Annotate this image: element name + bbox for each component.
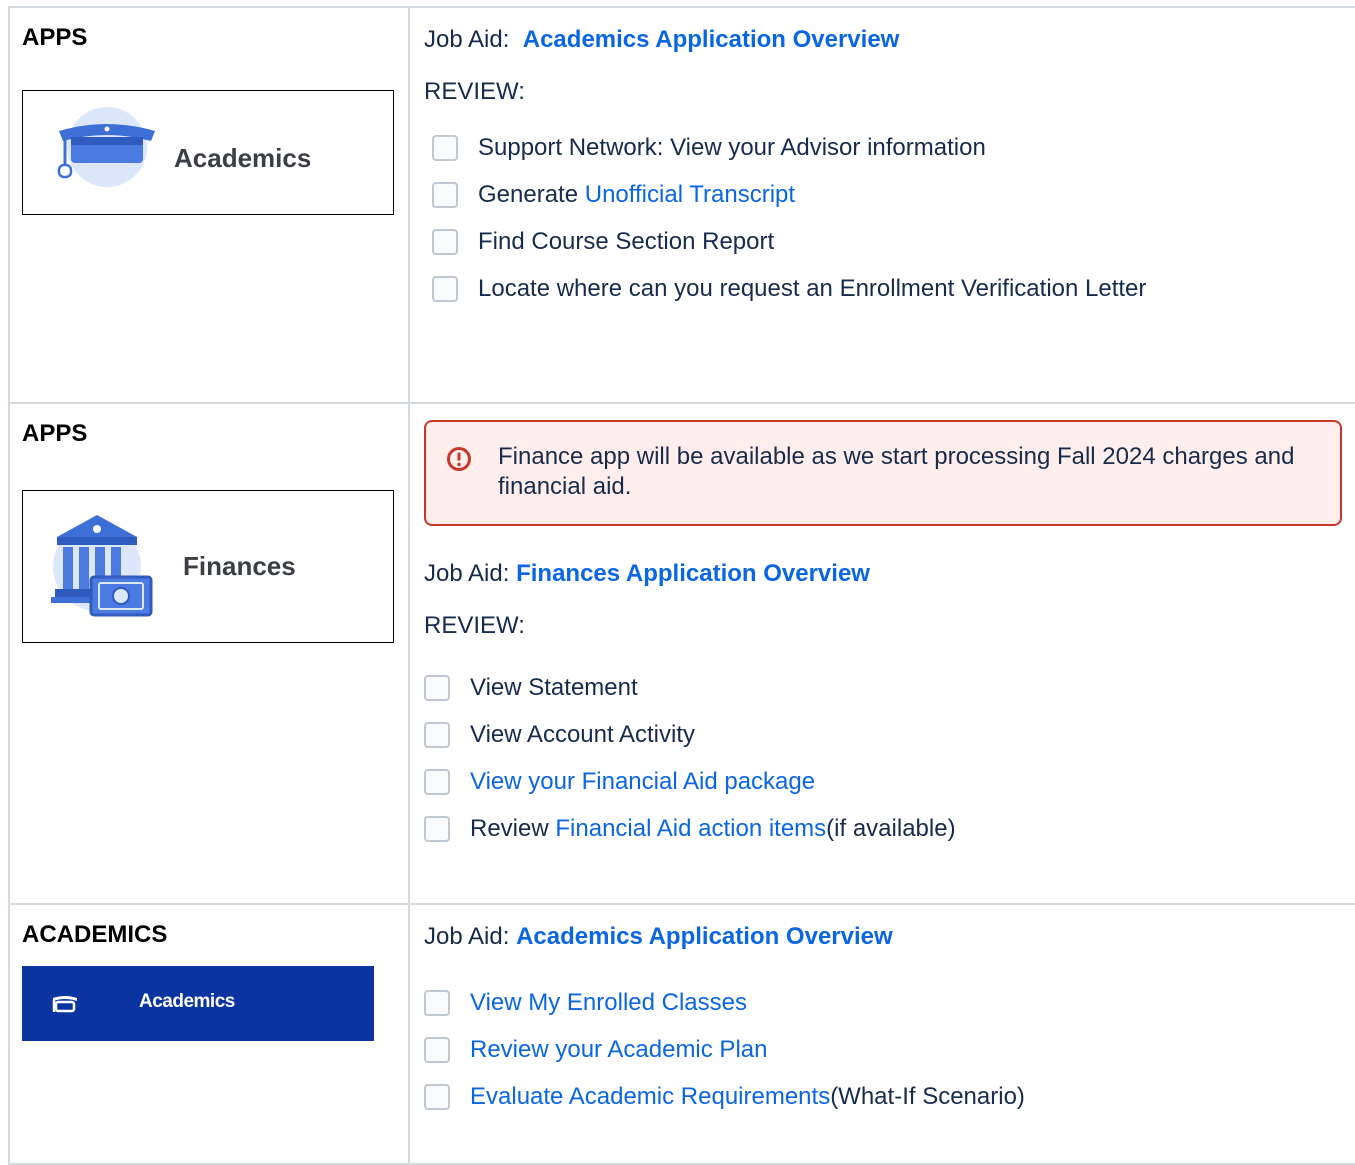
task-text: Locate where can you request an Enrollme…: [478, 275, 1147, 302]
job-aid-line: Job Aid: Academics Application Overview: [424, 921, 1344, 953]
table-row: ACADEMICS Academics Job Aid: Academics A…: [8, 903, 1355, 1165]
section-title: APPS: [22, 24, 88, 51]
banner-label: Academics: [139, 991, 235, 1012]
left-cell: APPS Finances: [8, 402, 410, 905]
job-aid-link[interactable]: Academics Application Overview: [516, 923, 893, 950]
content-table: APPS Academics Job Aid: Academics Applic…: [8, 6, 1355, 1165]
academics-app-card: Academics: [22, 90, 394, 215]
job-aid-line: Job Aid: Finances Application Overview: [424, 558, 1344, 590]
notice-text: Finance app will be available as we star…: [498, 443, 1295, 500]
job-aid-link[interactable]: Academics Application Overview: [523, 26, 900, 53]
task-link[interactable]: Review your Academic Plan: [470, 1026, 767, 1073]
task-list: View My Enrolled Classes Review your Aca…: [424, 979, 1344, 1120]
job-aid-prefix: Job Aid:: [424, 560, 510, 587]
task-checkbox[interactable]: [424, 721, 450, 748]
job-aid-link[interactable]: Finances Application Overview: [516, 560, 870, 587]
task-checkbox[interactable]: [432, 181, 458, 208]
list-item: View Account Activity: [424, 711, 1344, 758]
task-checkbox[interactable]: [424, 1083, 450, 1110]
list-item: Generate Unofficial Transcript: [432, 171, 1344, 218]
warning-notice: Finance app will be available as we star…: [424, 420, 1342, 526]
list-item: Review your Academic Plan: [424, 1026, 1344, 1073]
list-item: Support Network: View your Advisor infor…: [432, 124, 1344, 171]
list-item: View your Financial Aid package: [424, 758, 1344, 805]
section-title: ACADEMICS: [22, 921, 168, 948]
list-item: View My Enrolled Classes: [424, 979, 1344, 1026]
review-label: REVIEW:: [424, 78, 525, 105]
task-text: View Account Activity: [470, 721, 695, 748]
academics-nav-banner[interactable]: Academics: [22, 966, 374, 1041]
finances-app-card: Finances: [22, 490, 394, 643]
graduation-cap-icon: [57, 107, 155, 187]
graduation-cap-icon: [52, 996, 77, 1013]
task-suffix: (if available): [826, 815, 956, 842]
card-label: Academics: [174, 143, 312, 173]
right-cell: Job Aid: Academics Application Overview …: [408, 903, 1355, 1165]
task-checkbox[interactable]: [424, 674, 450, 701]
table-row: APPS Finances Finance app will be availa…: [8, 402, 1355, 905]
cash-icon: [89, 575, 153, 617]
right-cell: Finance app will be available as we star…: [408, 402, 1355, 905]
list-item: View Statement: [424, 664, 1344, 711]
task-link[interactable]: Financial Aid action items: [555, 805, 826, 852]
task-link[interactable]: View your Financial Aid package: [470, 758, 815, 805]
task-text: Support Network: View your Advisor infor…: [478, 134, 986, 161]
table-row: APPS Academics Job Aid: Academics Applic…: [8, 6, 1355, 404]
task-text: Review: [470, 815, 549, 842]
error-icon: [447, 447, 471, 471]
task-checkbox[interactable]: [424, 815, 450, 842]
section-title: APPS: [22, 420, 88, 447]
task-list: View Statement View Account Activity Vie…: [424, 664, 1344, 852]
list-item: Review Financial Aid action items (if av…: [424, 805, 1344, 852]
left-cell: ACADEMICS Academics: [8, 903, 410, 1165]
task-suffix: (What-If Scenario): [830, 1083, 1025, 1110]
task-checkbox[interactable]: [432, 228, 458, 255]
task-text: Find Course Section Report: [478, 228, 775, 255]
card-label: Finances: [183, 551, 296, 581]
right-cell: Job Aid: Academics Application Overview …: [408, 6, 1355, 404]
task-link[interactable]: Unofficial Transcript: [585, 171, 795, 218]
task-text: Generate: [478, 181, 579, 208]
left-cell: APPS Academics: [8, 6, 410, 404]
job-aid-prefix: Job Aid:: [424, 26, 510, 53]
task-checkbox[interactable]: [432, 134, 458, 161]
task-link[interactable]: Evaluate Academic Requirements: [470, 1073, 830, 1120]
job-aid-line: Job Aid: Academics Application Overview: [424, 24, 1344, 56]
list-item: Locate where can you request an Enrollme…: [432, 265, 1344, 312]
job-aid-prefix: Job Aid:: [424, 923, 510, 950]
task-checkbox[interactable]: [424, 1036, 450, 1063]
task-link[interactable]: View My Enrolled Classes: [470, 979, 747, 1026]
task-checkbox[interactable]: [424, 768, 450, 795]
list-item: Evaluate Academic Requirements (What-If …: [424, 1073, 1344, 1120]
task-list: Support Network: View your Advisor infor…: [432, 124, 1344, 312]
task-checkbox[interactable]: [424, 989, 450, 1016]
review-label: REVIEW:: [424, 612, 525, 639]
list-item: Find Course Section Report: [432, 218, 1344, 265]
task-checkbox[interactable]: [432, 275, 458, 302]
task-text: View Statement: [470, 674, 638, 701]
